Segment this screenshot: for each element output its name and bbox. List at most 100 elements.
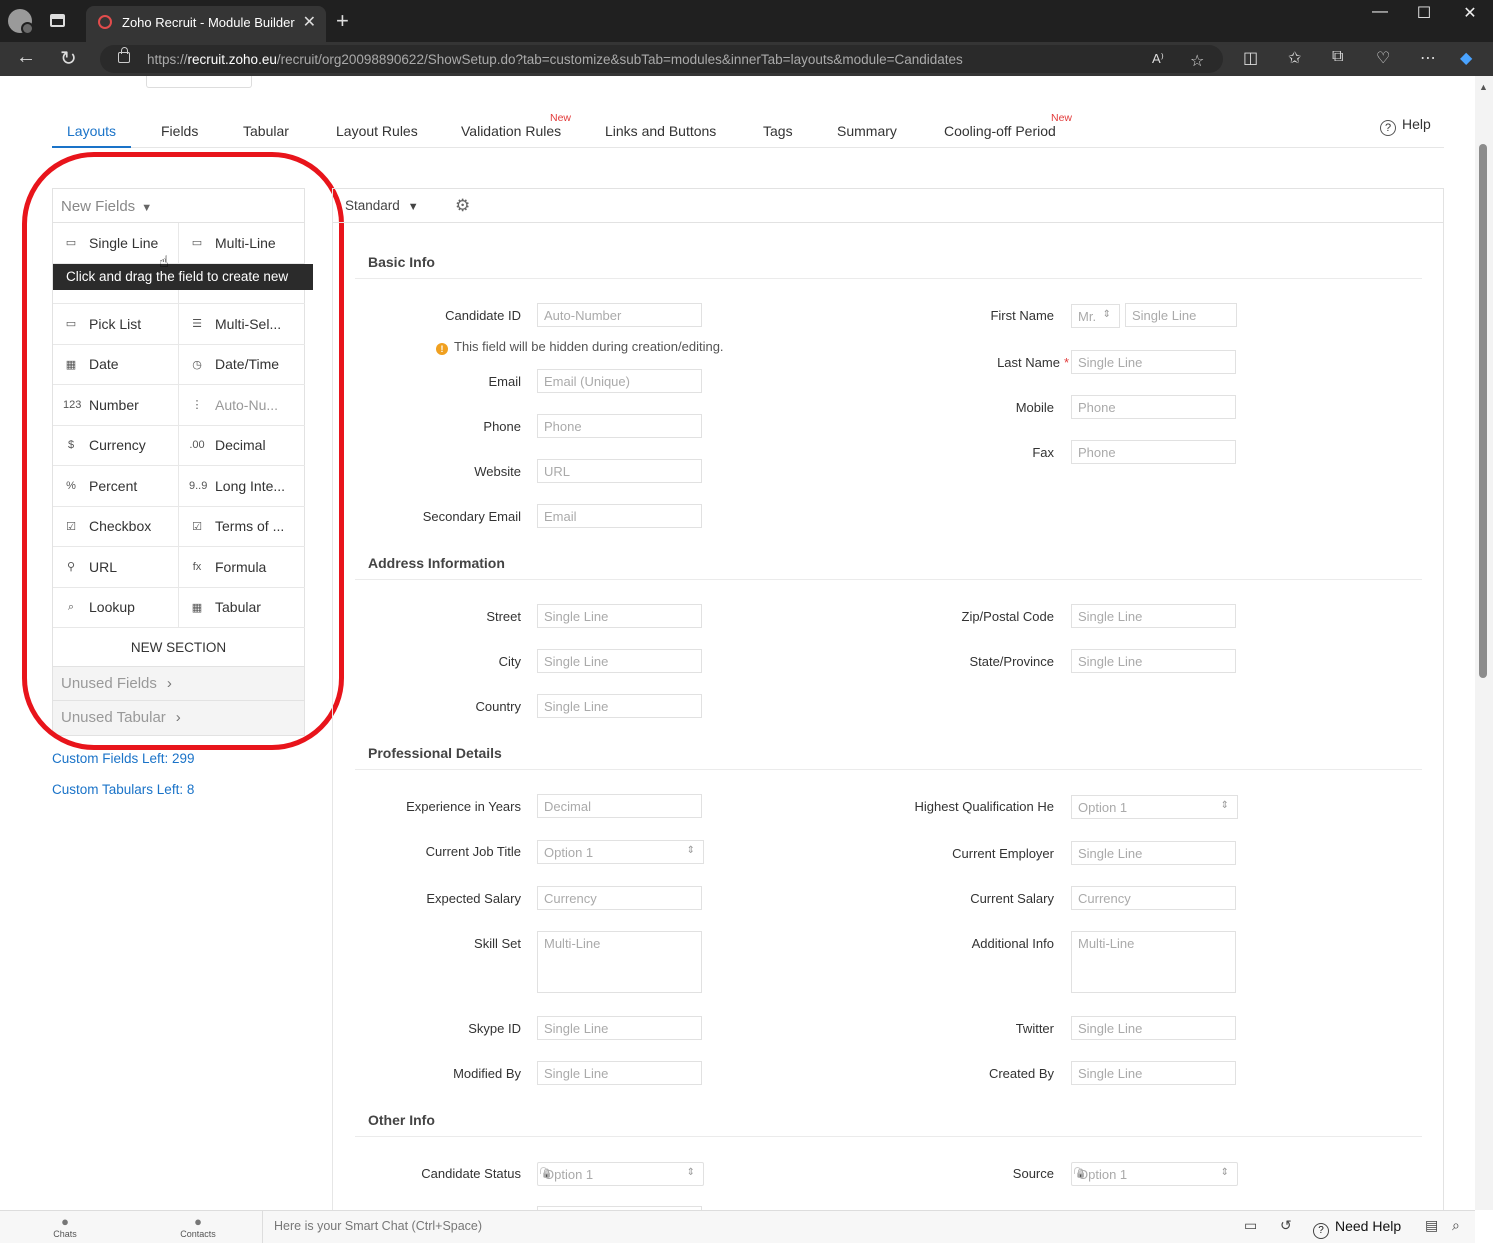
candidate-status-select[interactable]: Option 1 bbox=[537, 1162, 704, 1186]
screen-share-icon[interactable]: ▭ bbox=[1244, 1217, 1257, 1234]
current-employer-field[interactable]: Single Line bbox=[1071, 841, 1236, 865]
collections-icon[interactable]: ⧉ bbox=[1332, 48, 1343, 66]
browser-tab[interactable]: Zoho Recruit - Module Builder ✕ bbox=[86, 6, 326, 42]
tab-links-and-buttons[interactable]: Links and Buttons bbox=[605, 123, 716, 139]
source-select[interactable]: Option 1 bbox=[1071, 1162, 1238, 1186]
state-field[interactable]: Single Line bbox=[1071, 649, 1236, 673]
field-type-lookup[interactable]: ⌕ Lookup bbox=[53, 587, 179, 628]
maximize-icon[interactable]: ☐ bbox=[1409, 3, 1439, 23]
profile-avatar[interactable] bbox=[8, 9, 34, 35]
more-menu-icon[interactable]: ⋯ bbox=[1420, 48, 1436, 68]
experience-field[interactable]: Decimal bbox=[537, 794, 702, 818]
need-help-button[interactable]: ? Need Help bbox=[1313, 1218, 1401, 1239]
smart-chat-input[interactable]: Here is your Smart Chat (Ctrl+Space) bbox=[262, 1211, 1237, 1243]
favorites-icon[interactable]: ✩ bbox=[1288, 48, 1301, 68]
phone-field[interactable]: Phone bbox=[537, 414, 702, 438]
field-type-multiselect[interactable]: ☰ Multi-Sel... bbox=[179, 304, 305, 345]
tab-cooling-off-period[interactable]: Cooling-off Period bbox=[944, 123, 1056, 139]
tab-actions-icon[interactable] bbox=[50, 14, 65, 27]
chats-button[interactable]: ● Chats bbox=[40, 1214, 90, 1239]
created-by-field[interactable]: Single Line bbox=[1071, 1061, 1236, 1085]
first-name-field[interactable]: Single Line bbox=[1125, 303, 1237, 327]
section-professional-details[interactable]: Professional Details bbox=[368, 745, 502, 761]
close-window-icon[interactable]: ✕ bbox=[1455, 3, 1485, 23]
section-other-info[interactable]: Other Info bbox=[368, 1112, 435, 1128]
current-salary-field[interactable]: Currency bbox=[1071, 886, 1236, 910]
help-link[interactable]: ? Help bbox=[1380, 116, 1431, 136]
tab-fields[interactable]: Fields bbox=[161, 123, 198, 139]
page-scrollbar[interactable]: ▲ bbox=[1475, 76, 1493, 1210]
layout-selector[interactable]: Standard ▼ bbox=[345, 198, 419, 213]
field-type-currency[interactable]: $ Currency bbox=[53, 425, 179, 466]
skype-field[interactable]: Single Line bbox=[537, 1016, 702, 1040]
field-type-autonumber[interactable]: ⋮ Auto-Nu... bbox=[179, 385, 305, 426]
tab-validation-rules[interactable]: Validation Rules bbox=[461, 123, 561, 139]
field-type-tabular[interactable]: ▦ Tabular bbox=[179, 588, 305, 628]
scroll-thumb[interactable] bbox=[1479, 144, 1487, 678]
field-type-number[interactable]: 123 Number bbox=[53, 385, 179, 426]
additional-info-textarea[interactable]: Multi-Line bbox=[1071, 931, 1236, 993]
job-title-select[interactable]: Option 1 bbox=[537, 840, 704, 864]
tab-tags[interactable]: Tags bbox=[763, 123, 793, 139]
expected-salary-field[interactable]: Currency bbox=[537, 886, 702, 910]
chevron-down-icon: ▼ bbox=[407, 201, 419, 213]
tab-tabular[interactable]: Tabular bbox=[243, 123, 289, 139]
module-selector[interactable] bbox=[146, 76, 252, 88]
country-field[interactable]: Single Line bbox=[537, 694, 702, 718]
last-name-field[interactable]: Single Line bbox=[1071, 350, 1236, 374]
field-label: Candidate Status bbox=[421, 1166, 521, 1181]
mobile-field[interactable]: Phone bbox=[1071, 395, 1236, 419]
minimize-icon[interactable]: — bbox=[1365, 3, 1395, 21]
field-type-url[interactable]: ⚲ URL bbox=[53, 547, 179, 588]
salutation-select[interactable]: Mr. bbox=[1071, 304, 1120, 328]
close-tab-icon[interactable]: ✕ bbox=[303, 12, 316, 32]
tab-summary[interactable]: Summary bbox=[837, 123, 897, 139]
new-section-button[interactable]: NEW SECTION bbox=[53, 628, 304, 667]
highest-qualification-select[interactable]: Option 1 bbox=[1071, 795, 1238, 819]
city-field[interactable]: Single Line bbox=[537, 649, 702, 673]
refresh-icon[interactable]: ↻ bbox=[60, 46, 77, 71]
field-type-multi-line[interactable]: ▭ Multi-Line bbox=[179, 223, 305, 264]
field-type-percent[interactable]: % Percent bbox=[53, 466, 179, 507]
field-type-formula[interactable]: fx Formula bbox=[179, 547, 305, 588]
history-icon[interactable]: ↺ bbox=[1280, 1217, 1292, 1234]
browser-essentials-icon[interactable]: ♡ bbox=[1376, 48, 1390, 68]
field-type-terms[interactable]: ☑ Terms of ... bbox=[179, 507, 305, 547]
favorite-star-icon[interactable]: ☆ bbox=[1190, 51, 1204, 71]
website-field[interactable]: URL bbox=[537, 459, 702, 483]
section-address-information[interactable]: Address Information bbox=[368, 555, 505, 571]
modified-by-field[interactable]: Single Line bbox=[537, 1061, 702, 1085]
fax-field[interactable]: Phone bbox=[1071, 440, 1236, 464]
field-type-long-integer[interactable]: 9..9 Long Inte... bbox=[179, 466, 305, 507]
skill-set-textarea[interactable]: Multi-Line bbox=[537, 931, 702, 993]
new-tab-icon[interactable]: + bbox=[336, 8, 349, 34]
copilot-icon[interactable]: ◆ bbox=[1460, 48, 1472, 68]
field-type-picklist[interactable]: ▭ Pick List bbox=[53, 304, 179, 345]
back-icon[interactable]: ← bbox=[16, 46, 36, 69]
twitter-field[interactable]: Single Line bbox=[1071, 1016, 1236, 1040]
secondary-email-field[interactable]: Email bbox=[537, 504, 702, 528]
contacts-button[interactable]: ● Contacts bbox=[173, 1214, 223, 1239]
address-bar[interactable]: https://recruit.zoho.eu/recruit/org20098… bbox=[100, 45, 1223, 73]
new-fields-dropdown[interactable]: New Fields ▼ bbox=[53, 189, 304, 223]
field-type-label: Checkbox bbox=[89, 518, 152, 535]
tab-layout-rules[interactable]: Layout Rules bbox=[336, 123, 418, 139]
field-type-checkbox[interactable]: ☑ Checkbox bbox=[53, 506, 179, 547]
candidate-id-field[interactable]: Auto-Number bbox=[537, 303, 702, 327]
scroll-up-icon[interactable]: ▲ bbox=[1479, 82, 1488, 92]
field-type-decimal[interactable]: .00 Decimal bbox=[179, 426, 305, 466]
search-icon[interactable]: ⌕ bbox=[1452, 1217, 1460, 1234]
email-field[interactable]: Email (Unique) bbox=[537, 369, 702, 393]
section-basic-info[interactable]: Basic Info bbox=[368, 254, 435, 270]
field-type-date[interactable]: ▦ Date bbox=[53, 344, 179, 385]
split-screen-icon[interactable]: ◫ bbox=[1243, 48, 1258, 68]
field-type-datetime[interactable]: ◷ Date/Time bbox=[179, 345, 305, 385]
street-field[interactable]: Single Line bbox=[537, 604, 702, 628]
notes-icon[interactable]: ▤ bbox=[1425, 1217, 1438, 1234]
unused-fields-toggle[interactable]: Unused Fields › bbox=[53, 667, 304, 701]
read-aloud-icon[interactable]: A⁾ bbox=[1152, 51, 1164, 67]
zip-field[interactable]: Single Line bbox=[1071, 604, 1236, 628]
unused-tabular-toggle[interactable]: Unused Tabular › bbox=[53, 701, 304, 735]
gear-icon[interactable]: ⚙ bbox=[455, 196, 470, 216]
tab-layouts[interactable]: Layouts bbox=[67, 123, 116, 139]
